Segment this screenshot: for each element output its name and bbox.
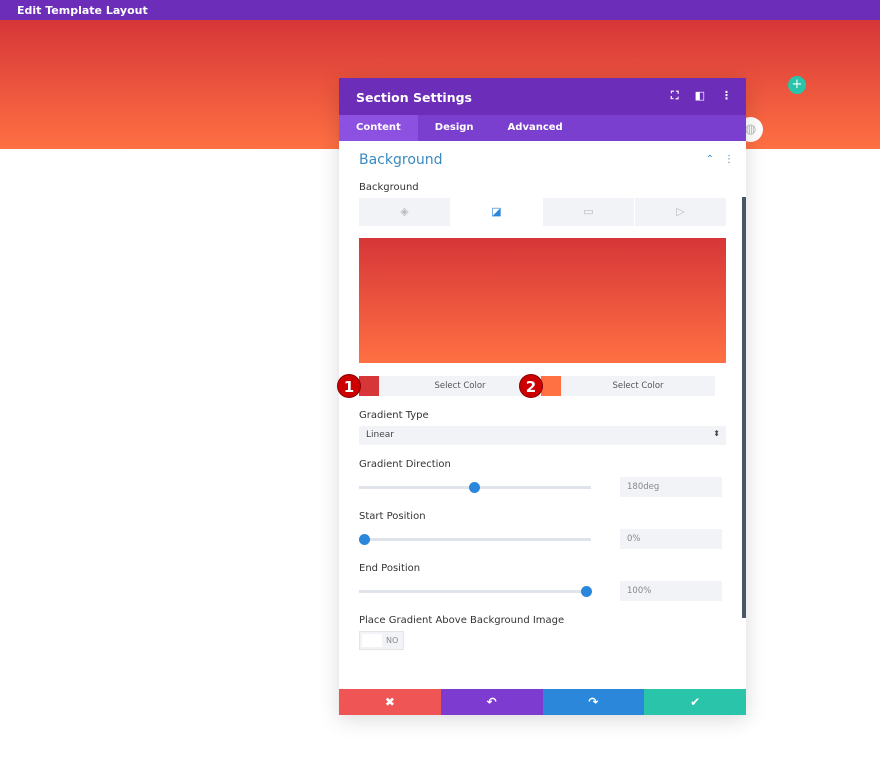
gradient-type-label: Gradient Type: [359, 410, 429, 421]
gradient-icon: ◪: [491, 205, 502, 218]
paint-bucket-icon: ◈: [400, 205, 409, 218]
bg-color-tab[interactable]: ◈: [359, 198, 450, 226]
select-color-label: Select Color: [434, 381, 486, 391]
annotation-badge-2: 2: [519, 374, 543, 398]
toggle-value: NO: [386, 636, 399, 645]
end-slider-handle[interactable]: [581, 586, 592, 597]
gradient-type-select[interactable]: Linear ⬍: [359, 426, 726, 445]
add-row-button[interactable]: +: [788, 76, 806, 94]
bg-gradient-tab[interactable]: ◪: [451, 198, 542, 226]
fullscreen-icon[interactable]: ⛶: [671, 89, 679, 103]
more-options-icon[interactable]: ⋮: [721, 89, 732, 103]
direction-slider-handle[interactable]: [469, 482, 480, 493]
color-swatch-2[interactable]: [541, 376, 561, 396]
tab-design[interactable]: Design: [418, 115, 491, 141]
gradient-preview: [359, 238, 726, 363]
tab-content[interactable]: Content: [339, 115, 418, 141]
end-slider-track[interactable]: [359, 590, 591, 593]
split-view-icon[interactable]: ◧: [695, 89, 705, 103]
place-above-toggle[interactable]: NO: [359, 631, 404, 650]
start-slider-handle[interactable]: [359, 534, 370, 545]
chevron-up-icon[interactable]: ⌃: [706, 154, 714, 165]
place-above-label: Place Gradient Above Background Image: [359, 615, 565, 626]
redo-button[interactable]: ↷: [542, 689, 645, 715]
end-position-label: End Position: [359, 563, 421, 574]
color-picker-2[interactable]: Select Color: [541, 376, 715, 396]
panel-scrollbar[interactable]: [742, 197, 746, 618]
background-label: Background: [359, 182, 419, 193]
gradient-direction-label: Gradient Direction: [359, 459, 451, 470]
color-swatch-1[interactable]: [359, 376, 379, 396]
section-settings-panel: Section Settings ⛶ ◧ ⋮ Content Design Ad…: [337, 78, 746, 715]
gradient-type-value: Linear: [366, 430, 394, 440]
select-arrows-icon: ⬍: [713, 429, 720, 438]
tab-advanced[interactable]: Advanced: [491, 115, 580, 141]
background-section-header[interactable]: Background ⌃ ⋮: [359, 141, 734, 178]
video-icon: ▷: [676, 205, 685, 218]
start-position-input[interactable]: 0%: [620, 529, 722, 549]
start-slider-track[interactable]: [359, 538, 591, 541]
image-icon: ▭: [583, 205, 594, 218]
color-picker-1[interactable]: Select Color: [359, 376, 541, 396]
annotation-badge-1: 1: [337, 374, 361, 398]
direction-input[interactable]: 180deg: [620, 477, 722, 497]
bg-video-tab[interactable]: ▷: [635, 198, 726, 226]
panel-header: Section Settings ⛶ ◧ ⋮: [339, 78, 746, 115]
section-title: Background: [359, 152, 443, 168]
undo-button[interactable]: ↶: [440, 689, 543, 715]
top-bar: Edit Template Layout: [0, 0, 880, 20]
section-options-icon[interactable]: ⋮: [724, 154, 734, 165]
page-title: Edit Template Layout: [17, 4, 148, 17]
end-position-input[interactable]: 100%: [620, 581, 722, 601]
select-color-label: Select Color: [612, 381, 664, 391]
panel-tabs: Content Design Advanced: [339, 115, 746, 141]
bg-image-tab[interactable]: ▭: [543, 198, 634, 226]
panel-title: Section Settings: [356, 90, 472, 105]
cancel-button[interactable]: ✖: [339, 689, 441, 715]
save-button[interactable]: ✔: [644, 689, 746, 715]
start-position-label: Start Position: [359, 511, 426, 522]
